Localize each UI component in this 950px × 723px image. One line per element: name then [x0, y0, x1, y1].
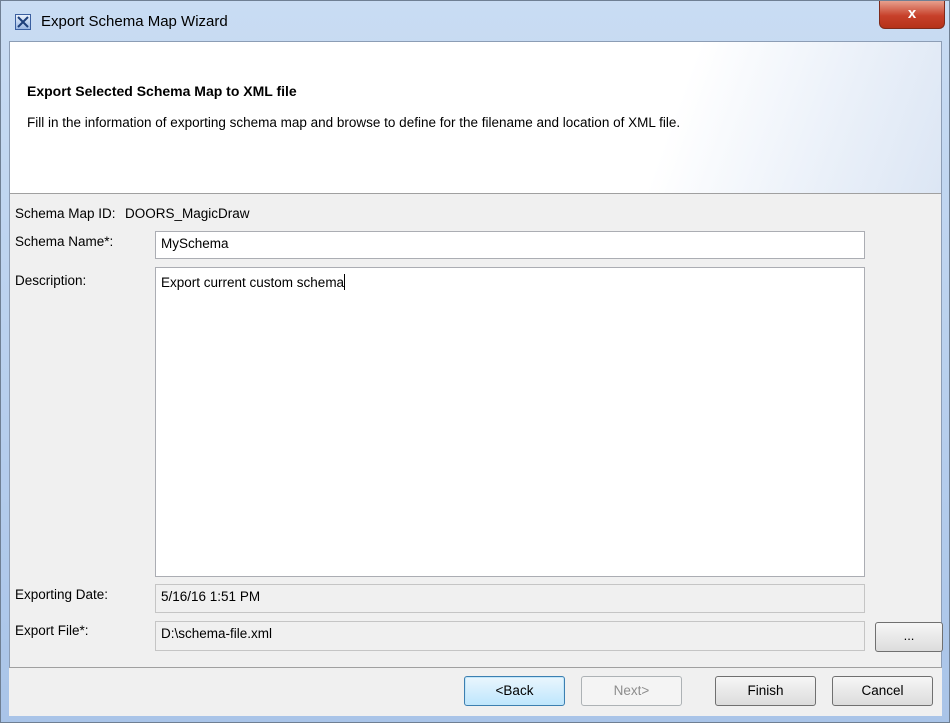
close-icon: x: [907, 5, 917, 22]
wizard-step-title: Export Selected Schema Map to XML file: [27, 83, 297, 99]
description-textarea[interactable]: Export current custom schema: [155, 267, 865, 577]
schema-name-label: Schema Name*:: [15, 234, 114, 249]
button-bar: <Back Next> Finish Cancel: [9, 667, 942, 716]
schema-map-id-value: DOORS_MagicDraw: [125, 206, 250, 221]
description-label: Description:: [15, 273, 87, 288]
schema-map-id-label: Schema Map ID:: [15, 206, 116, 221]
back-button[interactable]: <Back: [464, 676, 565, 706]
wizard-header: Export Selected Schema Map to XML file F…: [10, 42, 941, 194]
title-bar[interactable]: Export Schema Map Wizard x: [1, 1, 949, 41]
exporting-date-label: Exporting Date:: [15, 587, 109, 602]
app-icon: [15, 14, 31, 30]
next-button[interactable]: Next>: [581, 676, 682, 706]
text-cursor: [344, 274, 346, 290]
cancel-button[interactable]: Cancel: [832, 676, 933, 706]
export-file-field: D:\schema-file.xml: [155, 621, 865, 651]
export-file-label: Export File*:: [15, 623, 89, 638]
schema-name-input[interactable]: MySchema: [155, 231, 865, 259]
export-schema-map-wizard-window: Export Schema Map Wizard x Export Select…: [0, 0, 950, 723]
description-text: Export current custom schema: [161, 275, 345, 290]
wizard-step-description: Fill in the information of exporting sch…: [27, 115, 681, 130]
browse-button[interactable]: ...: [875, 622, 943, 652]
close-button[interactable]: x: [879, 1, 945, 29]
finish-button[interactable]: Finish: [715, 676, 816, 706]
exporting-date-field: 5/16/16 1:51 PM: [155, 584, 865, 613]
window-title: Export Schema Map Wizard: [41, 13, 228, 30]
